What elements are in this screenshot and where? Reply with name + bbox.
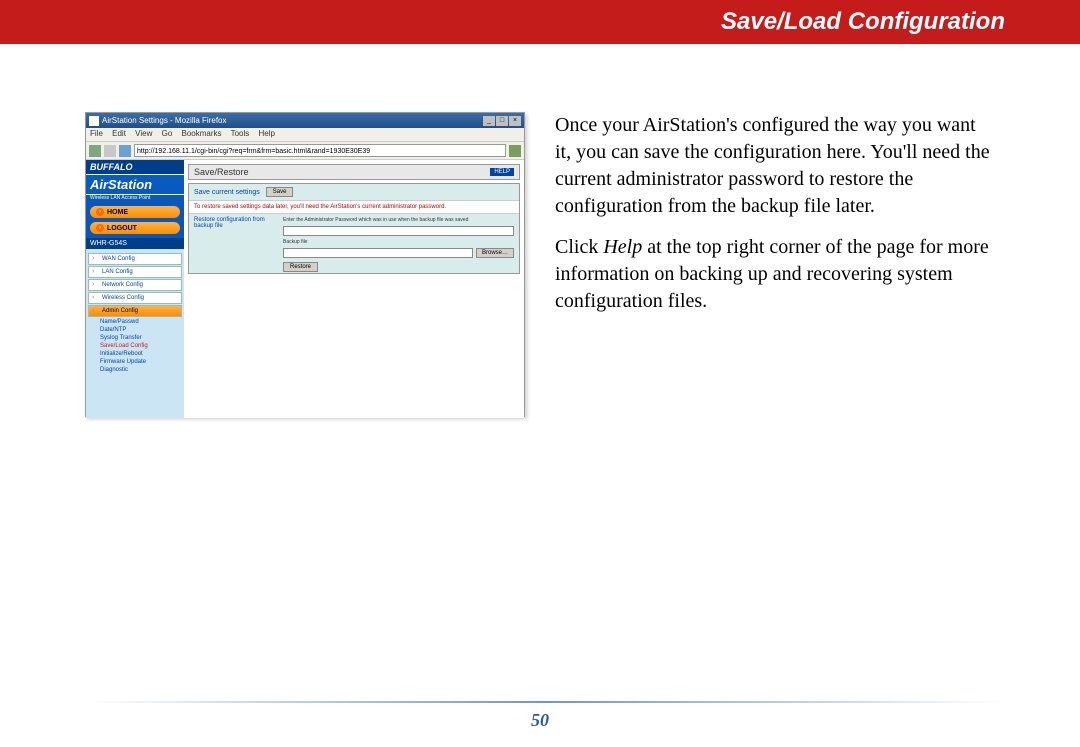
logout-button[interactable]: ›LOGOUT — [90, 222, 180, 234]
sidebar-item-label: Wireless Config — [102, 295, 144, 301]
file-line: Browse… — [283, 248, 514, 258]
menu-edit[interactable]: Edit — [112, 129, 126, 138]
save-row: Save current settings Save — [189, 184, 519, 200]
sub-item-firmware[interactable]: Firmware Update — [88, 358, 182, 366]
password-input[interactable] — [283, 226, 514, 236]
home-button[interactable]: ›HOME — [90, 206, 180, 218]
url-field[interactable]: http://192.168.11.1/cgi-bin/cgi?req=frm&… — [134, 144, 506, 157]
menu-tools[interactable]: Tools — [231, 129, 250, 138]
back-icon[interactable] — [89, 145, 101, 157]
reload-icon[interactable] — [119, 145, 131, 157]
warning-note: To restore saved settings data later, yo… — [189, 200, 519, 214]
page-number: 50 — [0, 710, 1080, 731]
sidebar-item-label: Network Config — [102, 282, 143, 288]
logout-label: LOGOUT — [107, 225, 137, 232]
sub-item-diag[interactable]: Diagnostic — [88, 366, 182, 374]
window-title: AirStation Settings - Mozilla Firefox — [102, 116, 483, 125]
sub-item-date[interactable]: Date/NTP — [88, 326, 182, 334]
sidebar-items: ›WAN Config ›LAN Config ›Network Config … — [86, 249, 184, 418]
restore-row: Restore configuration from backup file E… — [189, 214, 519, 273]
chevron-icon: › — [92, 255, 100, 263]
sidebar-item-wan[interactable]: ›WAN Config — [88, 253, 182, 265]
window-titlebar: AirStation Settings - Mozilla Firefox _ … — [86, 113, 524, 128]
app-icon — [89, 116, 99, 126]
chevron-icon: › — [92, 307, 100, 315]
sidebar-item-label: Admin Config — [102, 308, 138, 314]
screenshot-mockup: AirStation Settings - Mozilla Firefox _ … — [85, 112, 525, 417]
chevron-icon: › — [92, 281, 100, 289]
sidebar: BUFFALO AirStation Wireless LAN Access P… — [86, 160, 184, 418]
p2-emphasis: Help — [603, 236, 642, 258]
restore-controls: Enter the Administrator Password which w… — [283, 217, 514, 270]
product-sub: Wireless LAN Access Point — [86, 195, 184, 204]
password-line — [283, 226, 514, 236]
sidebar-item-admin[interactable]: ›Admin Config — [88, 305, 182, 317]
model-label: WHR-G54S — [86, 238, 184, 249]
sidebar-item-lan[interactable]: ›LAN Config — [88, 266, 182, 278]
menu-help[interactable]: Help — [259, 129, 275, 138]
sidebar-item-network[interactable]: ›Network Config — [88, 279, 182, 291]
menu-bookmarks[interactable]: Bookmarks — [182, 129, 222, 138]
p2-text-a: Click — [555, 236, 603, 258]
logo: BUFFALO — [86, 160, 184, 175]
password-note: Enter the Administrator Password which w… — [283, 217, 514, 224]
minimize-button[interactable]: _ — [483, 116, 495, 126]
menu-go[interactable]: Go — [162, 129, 173, 138]
body-text: Once your AirStation's configured the wa… — [555, 112, 995, 417]
paragraph-2: Click Help at the top right corner of th… — [555, 234, 995, 315]
sub-item-init[interactable]: Initialize/Reboot — [88, 350, 182, 358]
paragraph-1: Once your AirStation's configured the wa… — [555, 112, 995, 220]
save-label: Save current settings — [194, 189, 260, 196]
backup-file-label: Backup file — [283, 239, 514, 246]
panel-header: Save/Restore HELP — [188, 164, 520, 180]
window-buttons: _ □ × — [483, 116, 521, 126]
sidebar-item-wireless[interactable]: ›Wireless Config — [88, 292, 182, 304]
save-button[interactable]: Save — [266, 187, 294, 197]
chevron-icon: › — [92, 268, 100, 276]
address-bar: http://192.168.11.1/cgi-bin/cgi?req=frm&… — [86, 142, 524, 160]
file-input[interactable] — [283, 248, 473, 258]
main-panel: Save/Restore HELP Save current settings … — [184, 160, 524, 418]
sidebar-item-label: LAN Config — [102, 269, 133, 275]
header-band: Save/Load Configuration — [0, 0, 1080, 44]
restore-label: Restore configuration from backup file — [194, 217, 279, 270]
browser-body: BUFFALO AirStation Wireless LAN Access P… — [86, 160, 524, 418]
product-name: AirStation — [86, 175, 184, 195]
content-area: AirStation Settings - Mozilla Firefox _ … — [0, 44, 1080, 437]
help-button[interactable]: HELP — [490, 168, 514, 176]
browser-menubar: File Edit View Go Bookmarks Tools Help — [86, 128, 524, 142]
document-page: Save/Load Configuration AirStation Setti… — [0, 0, 1080, 747]
restore-button[interactable]: Restore — [283, 262, 318, 272]
menu-file[interactable]: File — [90, 129, 103, 138]
browse-button[interactable]: Browse… — [476, 248, 514, 258]
panel-title: Save/Restore — [194, 167, 249, 177]
close-button[interactable]: × — [509, 116, 521, 126]
maximize-button[interactable]: □ — [496, 116, 508, 126]
menu-view[interactable]: View — [135, 129, 152, 138]
footer-rule — [85, 701, 1005, 703]
sub-item-syslog[interactable]: Syslog Transfer — [88, 334, 182, 342]
sub-item-saveload[interactable]: Save/Load Config — [88, 342, 182, 350]
sidebar-item-label: WAN Config — [102, 256, 135, 262]
content-box: Save current settings Save To restore sa… — [188, 183, 520, 274]
page-title: Save/Load Configuration — [721, 8, 1005, 36]
home-label: HOME — [107, 209, 128, 216]
sub-item-name[interactable]: Name/Passwd — [88, 318, 182, 326]
chevron-icon: › — [92, 294, 100, 302]
go-icon[interactable] — [509, 145, 521, 157]
forward-icon[interactable] — [104, 145, 116, 157]
